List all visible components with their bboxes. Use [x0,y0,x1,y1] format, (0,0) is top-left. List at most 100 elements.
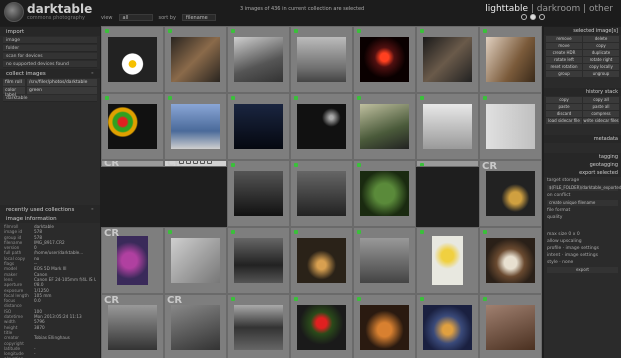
thumbnail-cell[interactable] [290,294,353,358]
history-action-button[interactable]: discard [546,111,582,117]
sort-select[interactable]: filename [181,14,216,21]
selected-action-button[interactable]: create HDR [546,50,582,56]
thumbnail-cell[interactable] [101,93,164,160]
thumbnail-cell[interactable] [416,93,479,160]
scan-devices-button[interactable]: scan for devices [3,53,97,60]
thumbnail-cell[interactable] [290,93,353,160]
star-icon[interactable] [186,161,191,164]
rule-property[interactable]: film roll [3,79,25,86]
import-image-button[interactable]: image [3,37,97,44]
darkroom-tab[interactable]: darkroom [537,4,580,14]
conflict-select[interactable]: create unique filename [547,200,618,206]
thumbnail-cell[interactable] [290,227,353,294]
thumbnail-cell[interactable] [353,294,416,358]
selected-action-button[interactable]: copy [583,43,619,49]
selected-action-button[interactable]: copy locally [583,64,619,70]
thumbnail-cell[interactable] [164,93,227,160]
import-folder-button[interactable]: folder [3,45,97,52]
history-stack-header[interactable]: history stack [544,88,621,96]
thumbnail-cell[interactable] [416,160,479,167]
selected-action-button[interactable]: rotate left [546,57,582,63]
thumbnail-cell[interactable]: CR [101,227,164,294]
metadata-header[interactable]: metadata [544,135,621,143]
thumbnail-cell[interactable] [353,227,416,294]
thumbnail-cell[interactable]: CR [101,160,164,167]
thumbnail-cell[interactable] [290,26,353,93]
star-icon[interactable] [200,161,205,164]
collect-rule-2[interactable]: color label green [3,87,97,98]
thumbnail-cell[interactable] [227,160,290,227]
star-icon[interactable] [179,161,184,164]
intent-row[interactable]: intent · image settings [544,252,621,259]
selected-action-button[interactable]: move [546,43,582,49]
image-info-header[interactable]: image information [0,214,100,223]
history-action-button[interactable]: write sidecar files [583,118,619,124]
thumbnail-cell[interactable] [164,227,227,294]
recent-collections-header[interactable]: recently used collections ◦ [0,205,100,214]
other-tab[interactable]: other [589,4,613,14]
thumbnail-cell[interactable]: CR [101,294,164,358]
selected-action-button[interactable]: remove [546,36,582,42]
thumbnail-cell[interactable]: CR [479,160,542,227]
selected-action-button[interactable]: reset rotation [546,64,582,70]
zoomable-layout-icon[interactable] [521,14,527,20]
profile-row[interactable]: profile · image settings [544,245,621,252]
thumbnail-cell[interactable] [479,227,542,294]
thumbnail-cell[interactable]: CR [164,294,227,358]
rule-value[interactable]: /srv/filer/photos/darktable [27,79,97,86]
thumbnail-cell[interactable] [353,160,416,227]
thumbnail-cell[interactable] [353,26,416,93]
collect-settings-icon[interactable]: ◦ [91,71,94,77]
thumbnail-cell[interactable] [416,26,479,93]
lighttable-tab[interactable]: lighttable [485,4,528,14]
thumbnail-cell[interactable] [164,26,227,93]
collect-rule-1[interactable]: film roll /srv/filer/photos/darktable [3,79,97,86]
geotagging-header[interactable]: geotagging [544,161,621,169]
filemanager-layout-icon[interactable] [530,14,536,20]
history-action-button[interactable]: compress [583,111,619,117]
collection-item[interactable]: darktable [3,95,97,102]
max-width[interactable]: 0 [568,232,571,237]
selected-images-header[interactable]: selected image[s] [544,27,621,35]
thumbnail-cell[interactable] [227,227,290,294]
selected-action-button[interactable]: rotate right [583,57,619,63]
history-action-button[interactable]: load sidecar file [546,118,582,124]
culling-layout-icon[interactable] [539,14,545,20]
thumbnail-cell[interactable] [416,227,479,294]
selected-action-button[interactable]: duplicate [583,50,619,56]
style-row[interactable]: style · none [544,259,621,266]
thumbnail-cell[interactable] [479,26,542,93]
thumbnail-cell[interactable] [227,93,290,160]
max-height[interactable]: 0 [577,232,580,237]
collect-header[interactable]: collect images ◦ [0,69,100,78]
expand-icon[interactable]: ◦ [91,207,94,213]
layout-toggle[interactable] [521,14,545,20]
thumbnail-cell[interactable] [101,26,164,93]
history-action-button[interactable]: copy all [583,97,619,103]
thumbnail-cell[interactable] [416,294,479,358]
selected-action-button[interactable]: group [546,71,582,77]
export-button[interactable]: export [547,267,618,273]
star-icon[interactable] [193,161,198,164]
selected-action-button[interactable]: ungroup [583,71,619,77]
rule-property[interactable]: color label [3,87,25,98]
import-header[interactable]: import [0,27,100,36]
tagging-header[interactable]: tagging [544,153,621,161]
history-action-button[interactable]: paste all [583,104,619,110]
star-icon[interactable] [207,161,212,164]
thumbnail-cell[interactable] [227,26,290,93]
thumbnail-cell[interactable] [227,294,290,358]
thumbnail-cell[interactable] [479,294,542,358]
selected-action-button[interactable]: delete [583,36,619,42]
star-rating[interactable] [171,161,220,164]
history-action-button[interactable]: paste [546,104,582,110]
thumbnail-cell[interactable] [353,93,416,160]
export-header[interactable]: export selected [544,169,621,177]
rule-value[interactable]: green [27,87,97,94]
export-path-field[interactable]: $(FILE_FOLDER)/darktable_exported/$(FILE… [547,185,621,191]
history-action-button[interactable]: copy [546,97,582,103]
thumbnail-cell[interactable] [479,93,542,160]
thumbnail-cell[interactable]: CR [164,160,227,167]
view-select[interactable]: all [118,14,153,21]
upscale-label[interactable]: allow upscaling [544,238,621,245]
